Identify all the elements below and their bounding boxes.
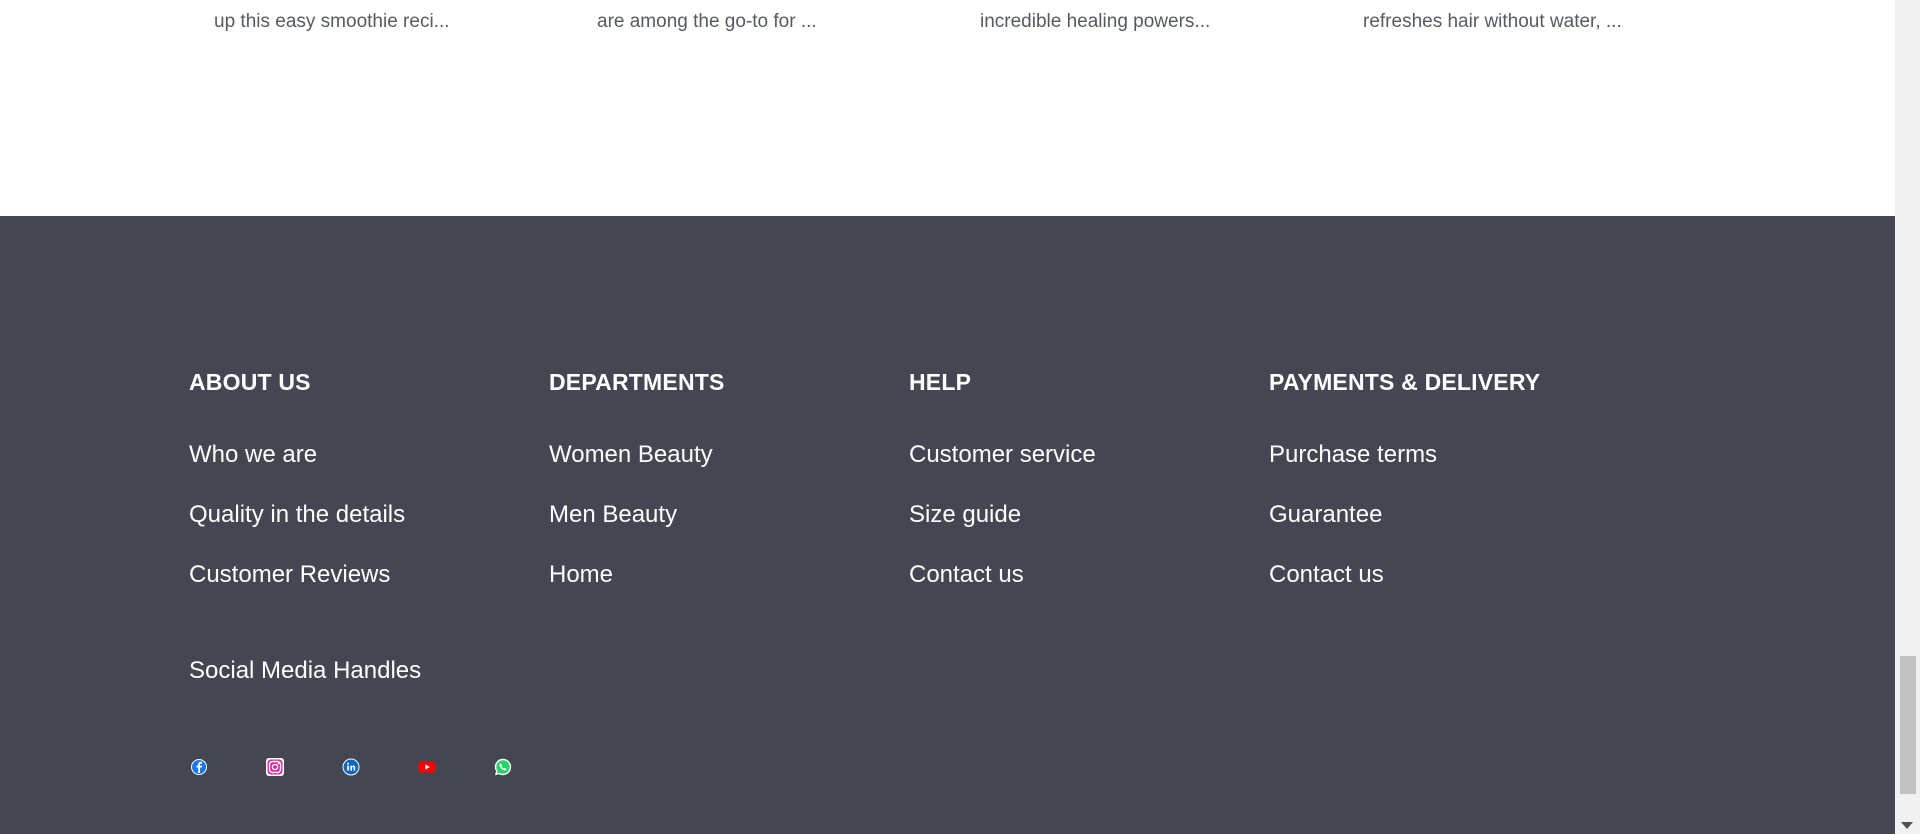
blog-excerpt: incredible healing powers... <box>980 11 1211 32</box>
facebook-icon[interactable] <box>189 757 209 777</box>
footer-link-quality[interactable]: Quality in the details <box>189 501 405 529</box>
scrollbar-thumb[interactable] <box>1900 656 1916 794</box>
page-scrollbar[interactable] <box>1895 0 1920 834</box>
site-footer: ABOUT US Who we are Quality in the detai… <box>0 216 1895 834</box>
footer-link-who-we-are[interactable]: Who we are <box>189 441 317 469</box>
footer-heading: PAYMENTS & DELIVERY <box>1269 369 1541 395</box>
whatsapp-icon[interactable] <box>493 757 513 777</box>
footer-heading: DEPARTMENTS <box>549 369 725 395</box>
blog-card[interactable]: are among the go-to for ... <box>597 0 937 60</box>
blog-teaser-strip: up this easy smoothie reci... are among … <box>0 0 1895 216</box>
footer-link-men-beauty[interactable]: Men Beauty <box>549 501 677 529</box>
footer-heading: HELP <box>909 369 972 395</box>
blog-card[interactable]: incredible healing powers... <box>980 0 1320 60</box>
footer-link-women-beauty[interactable]: Women Beauty <box>549 441 713 469</box>
footer-link-contact-us[interactable]: Contact us <box>909 561 1024 589</box>
youtube-icon[interactable] <box>417 757 437 777</box>
footer-link-contact-us[interactable]: Contact us <box>1269 561 1384 589</box>
footer-link-size-guide[interactable]: Size guide <box>909 501 1021 529</box>
blog-excerpt: are among the go-to for ... <box>597 11 817 32</box>
blog-card[interactable]: up this easy smoothie reci... <box>214 0 554 60</box>
blog-excerpt: up this easy smoothie reci... <box>214 11 450 32</box>
blog-card[interactable]: refreshes hair without water, ... <box>1363 0 1703 60</box>
footer-link-customer-reviews[interactable]: Customer Reviews <box>189 561 390 589</box>
social-media-heading: Social Media Handles <box>189 657 422 684</box>
footer-link-purchase-terms[interactable]: Purchase terms <box>1269 441 1437 469</box>
social-icons-row <box>189 757 529 779</box>
page: up this easy smoothie reci... are among … <box>0 0 1895 834</box>
scroll-down-arrow-icon[interactable] <box>1901 822 1913 829</box>
footer-link-home[interactable]: Home <box>549 561 613 589</box>
footer-link-customer-service[interactable]: Customer service <box>909 441 1096 469</box>
linkedin-icon[interactable] <box>341 757 361 777</box>
footer-link-guarantee[interactable]: Guarantee <box>1269 501 1382 529</box>
instagram-icon[interactable] <box>265 757 285 777</box>
footer-heading: ABOUT US <box>189 369 311 395</box>
blog-excerpt: refreshes hair without water, ... <box>1363 11 1622 32</box>
